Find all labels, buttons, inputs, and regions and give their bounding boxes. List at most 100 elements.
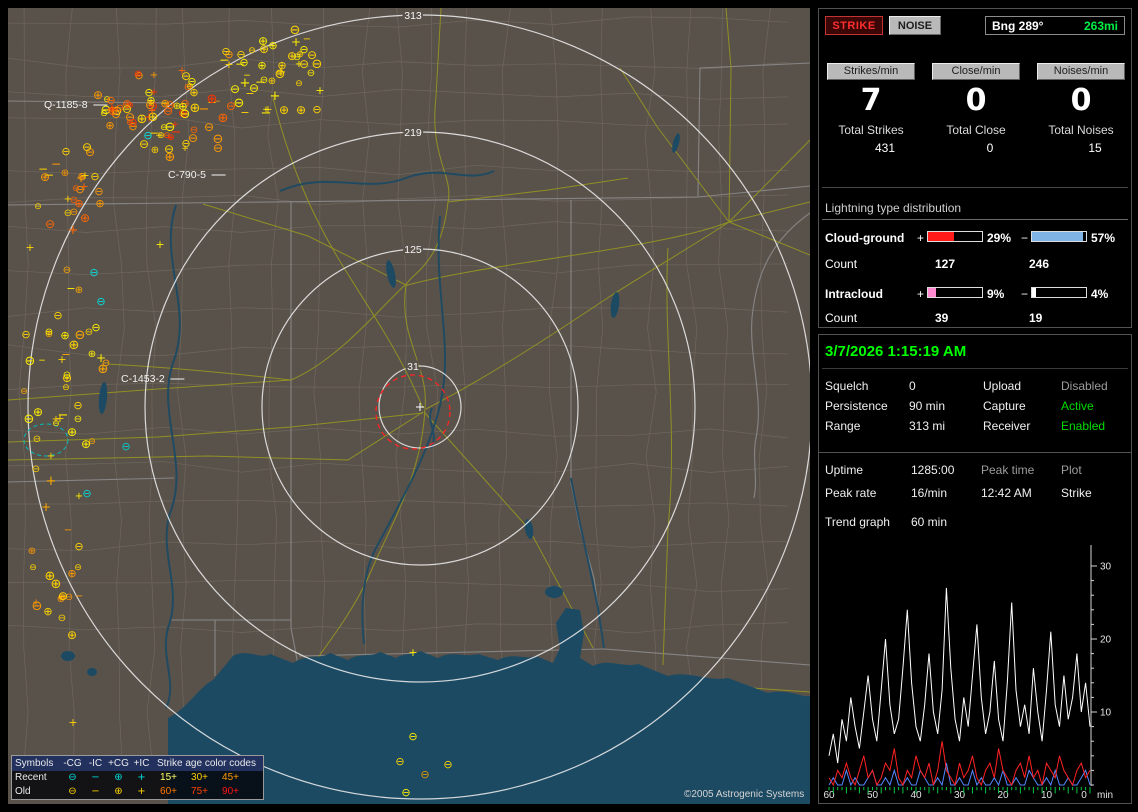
map-canvas: 31321912531 ⊖⊖⊕⊕⊖⊕⊕−−⊖⊕+⊖+⊕⊖⊕+−⊖⊖−⊖⊖⊖⊖⊕⊖… <box>8 8 810 804</box>
svg-text:+: + <box>155 238 164 251</box>
close-per-min-button[interactable]: Close/min <box>932 63 1020 80</box>
svg-text:⊖: ⊖ <box>96 295 105 308</box>
svg-text:⊖: ⊖ <box>74 540 83 553</box>
trend-graph: 3020106050403020100min <box>821 539 1129 803</box>
svg-text:⊖: ⊖ <box>74 414 82 425</box>
svg-text:−: − <box>38 356 46 366</box>
trend-graph-row: Trend graph 60 min <box>819 515 1131 530</box>
svg-text:⊖: ⊖ <box>70 207 78 218</box>
plot-label: Plot <box>1061 463 1082 477</box>
noise-toggle-button[interactable]: NOISE <box>889 16 941 35</box>
svg-text:30: 30 <box>1100 562 1112 573</box>
legend-col-cg-neg: -CG <box>61 759 84 769</box>
svg-text:⊕: ⊕ <box>80 211 90 225</box>
svg-text:⊖: ⊖ <box>61 145 70 158</box>
ic-neg-recent-icon: − <box>84 773 107 783</box>
strike-toggle-button[interactable]: STRIKE <box>825 16 883 35</box>
svg-text:⊖: ⊖ <box>75 328 86 343</box>
cloud-ground-count-row: Count 127 246 <box>819 257 1131 271</box>
svg-text:⊖: ⊖ <box>290 23 301 38</box>
legend-age-title: Strike age color codes <box>153 759 260 769</box>
divider <box>822 187 1128 188</box>
total-noises-label: Total Noises <box>1029 123 1133 137</box>
svg-text:−: − <box>255 75 265 89</box>
total-close-label: Total Close <box>924 123 1028 137</box>
cg-minus-bar <box>1031 231 1087 242</box>
svg-text:219: 219 <box>404 127 422 139</box>
trend-panel: Uptime 1285:00 Peak time Plot Peak rate … <box>818 452 1132 804</box>
status-row: Squelch 0 Upload Disabled <box>819 379 1131 394</box>
peak-rate-row: Peak rate 16/min 12:42 AM Strike <box>819 486 1131 501</box>
svg-text:⊖: ⊖ <box>248 46 256 56</box>
persistence-label: Persistence <box>825 399 888 413</box>
age-75: 75+ <box>184 787 215 797</box>
legend-symbols-label: Symbols <box>15 759 61 769</box>
cloud-ground-row: Cloud-ground + 29% − 57% <box>819 231 1131 245</box>
svg-text:⊖: ⊖ <box>401 786 410 799</box>
svg-text:⊖: ⊖ <box>312 103 321 116</box>
close-column: Close/min 0 Total Close 0 <box>924 63 1028 155</box>
svg-text:⊕: ⊕ <box>296 103 306 117</box>
uptime-label: Uptime <box>825 463 863 477</box>
svg-text:0: 0 <box>1081 790 1087 801</box>
intracloud-count-row: Count 39 19 <box>819 311 1131 325</box>
svg-text:⊕: ⊕ <box>190 101 201 116</box>
lightning-map[interactable]: 31321912531 ⊖⊖⊕⊕⊖⊕⊕−−⊖⊕+⊖+⊕⊖⊕+−⊖⊖−⊖⊖⊖⊖⊕⊖… <box>8 8 810 804</box>
status-row: Range 313 mi Receiver Enabled <box>819 419 1131 434</box>
svg-text:⊖: ⊖ <box>25 354 36 369</box>
noises-column: Noises/min 0 Total Noises 15 <box>1029 63 1133 155</box>
svg-text:⊕: ⊕ <box>160 97 169 110</box>
svg-text:⊕: ⊕ <box>268 39 277 52</box>
svg-text:−: − <box>64 525 72 536</box>
cg-neg-old-icon: ⊖ <box>61 787 84 797</box>
svg-text:⊕: ⊕ <box>151 145 159 156</box>
svg-text:⊕: ⊕ <box>218 111 229 126</box>
svg-text:+: + <box>68 716 77 729</box>
ic-neg-old-icon: − <box>84 787 107 797</box>
plus-sign: + <box>917 231 924 245</box>
current-datetime: 3/7/2026 1:15:19 AM <box>825 343 966 360</box>
svg-text:⊖: ⊖ <box>45 327 53 338</box>
cg-plus-pct: 29% <box>987 231 1011 245</box>
minus-sign: − <box>1021 231 1028 245</box>
uptime-row: Uptime 1285:00 Peak time Plot <box>819 463 1131 478</box>
bearing-readout: Bng 289° 263mi <box>985 16 1125 35</box>
receiver-label: Receiver <box>983 419 1030 433</box>
total-strikes-value: 431 <box>819 141 923 155</box>
svg-text:⊖: ⊖ <box>58 589 68 603</box>
strikes-per-min-value: 7 <box>819 83 923 118</box>
svg-text:+: + <box>150 70 158 81</box>
svg-text:⊖: ⊖ <box>420 768 429 781</box>
svg-text:⊕: ⊕ <box>67 628 77 642</box>
svg-text:10: 10 <box>1100 708 1112 719</box>
svg-text:⊖: ⊖ <box>204 120 214 134</box>
map-legend: Symbols -CG -IC +CG +IC Strike age color… <box>11 755 264 800</box>
legend-col-ic-pos: +IC <box>130 759 153 769</box>
trend-graph-window: 60 min <box>911 515 947 529</box>
svg-text:−: − <box>75 591 83 602</box>
svg-text:⊖: ⊖ <box>187 75 196 88</box>
age-30: 30+ <box>184 773 215 783</box>
svg-text:⊖: ⊖ <box>121 440 130 453</box>
strikes-per-min-button[interactable]: Strikes/min <box>827 63 915 80</box>
plot-value: Strike <box>1061 486 1092 500</box>
svg-text:+: + <box>41 500 51 514</box>
svg-text:⊕: ⊕ <box>108 104 119 119</box>
system-status-panel: 3/7/2026 1:15:19 AM Squelch 0 Upload Dis… <box>818 334 1132 453</box>
upload-value: Disabled <box>1061 379 1108 393</box>
cg-plus-bar <box>927 231 983 242</box>
svg-text:−: − <box>66 282 75 295</box>
svg-text:⊖: ⊖ <box>58 613 66 624</box>
svg-text:C-1453-2: C-1453-2 <box>121 373 165 385</box>
svg-text:⊖: ⊖ <box>73 399 82 412</box>
noises-per-min-button[interactable]: Noises/min <box>1037 63 1125 80</box>
svg-text:−: − <box>303 34 311 45</box>
svg-text:+: + <box>276 65 287 80</box>
svg-text:⊖: ⊖ <box>91 321 100 334</box>
svg-text:20: 20 <box>1100 635 1112 646</box>
svg-text:−: − <box>38 162 48 176</box>
svg-text:⊖: ⊖ <box>94 185 103 198</box>
strikes-column: Strikes/min 7 Total Strikes 431 <box>819 63 923 155</box>
cg-minus-count: 246 <box>1029 257 1049 271</box>
svg-text:+: + <box>57 353 66 366</box>
